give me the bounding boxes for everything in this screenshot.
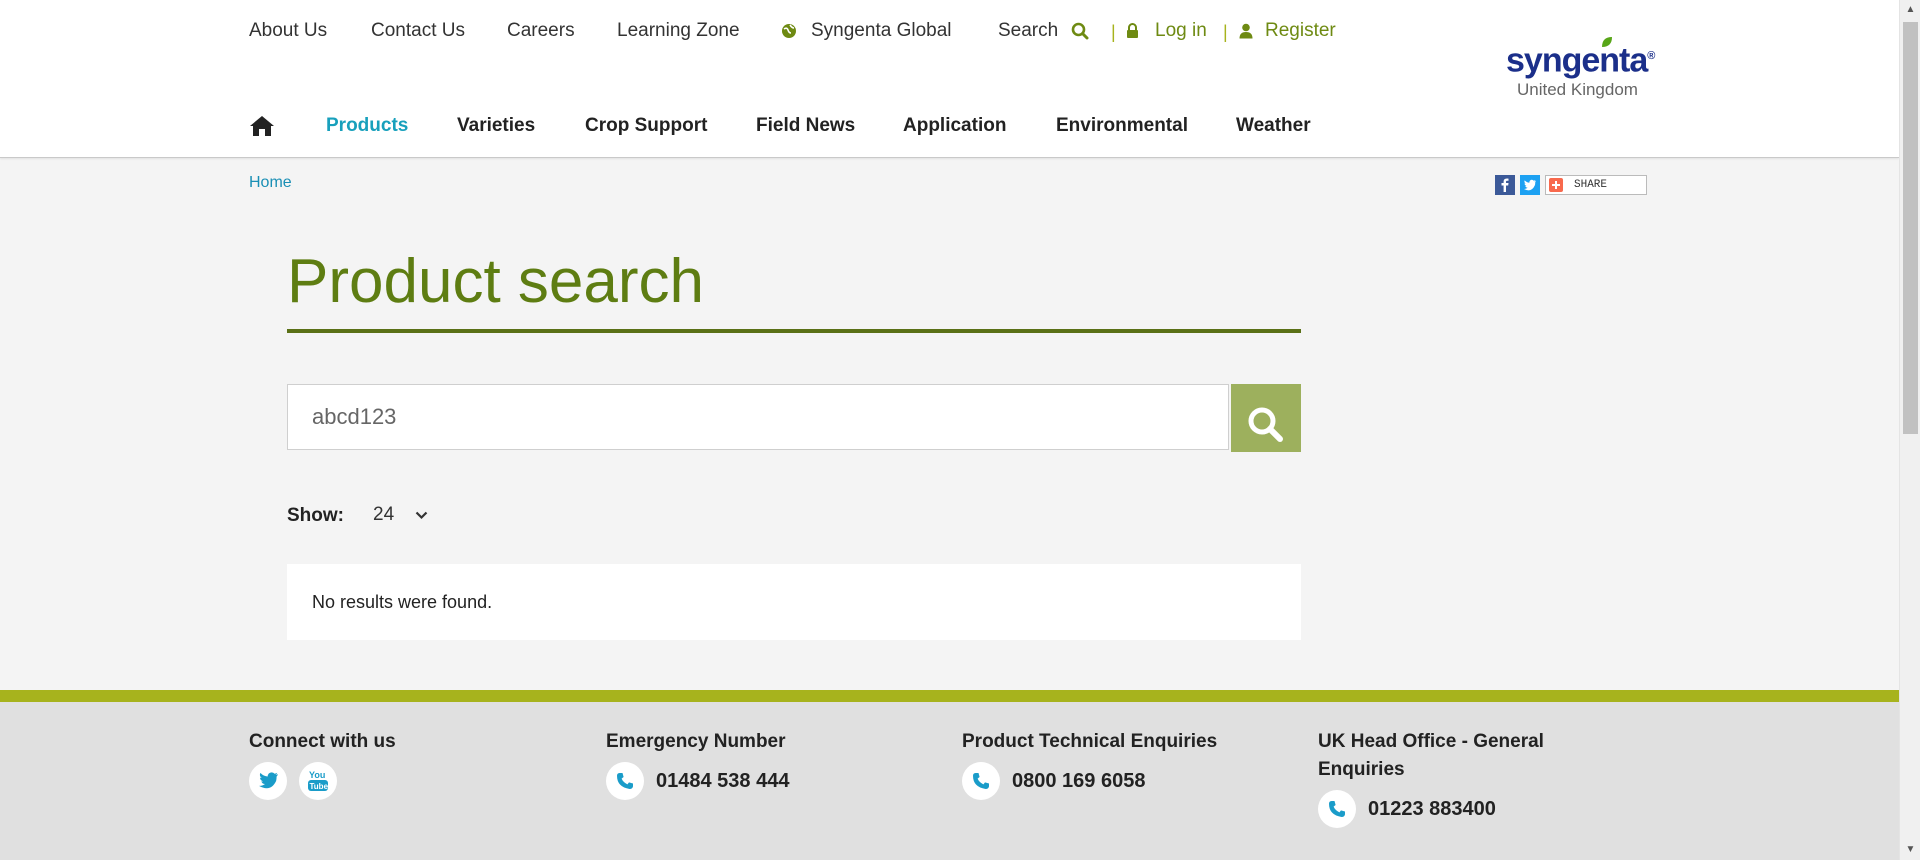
- phone-icon: [1329, 801, 1345, 817]
- share-button[interactable]: SHARE: [1545, 175, 1647, 195]
- breadcrumb-home[interactable]: Home: [249, 174, 292, 192]
- results-per-page-select[interactable]: 24: [373, 504, 428, 530]
- search-label: Search: [998, 20, 1059, 41]
- learning-zone-link[interactable]: Learning Zone: [617, 19, 740, 43]
- scroll-up-arrow[interactable]: ▲: [1900, 0, 1920, 20]
- search-icon: [1072, 22, 1089, 40]
- register-link[interactable]: Register: [1239, 19, 1336, 43]
- emergency-heading: Emergency Number: [606, 731, 786, 752]
- logo-word-text: syngenta: [1506, 41, 1648, 80]
- register-label: Register: [1265, 20, 1336, 41]
- addthis-plus-icon: [1549, 178, 1563, 192]
- facebook-icon[interactable]: [1495, 175, 1515, 195]
- syngenta-global-link[interactable]: Syngenta Global: [781, 19, 952, 43]
- home-icon[interactable]: [249, 115, 275, 137]
- nav-crop-support[interactable]: Crop Support: [585, 114, 707, 138]
- head-office-section: UK Head Office - General Enquiries 01223…: [1318, 728, 1544, 828]
- separator: |: [1223, 22, 1228, 42]
- nav-weather[interactable]: Weather: [1236, 114, 1311, 138]
- technical-phone: 0800 169 6058: [1012, 770, 1146, 792]
- search-button[interactable]: [1231, 384, 1301, 452]
- scrollbar-thumb[interactable]: [1903, 22, 1918, 434]
- login-link[interactable]: Log in: [1126, 19, 1207, 43]
- syngenta-logo[interactable]: syngenta® United Kingdom: [1500, 32, 1660, 102]
- nav-products[interactable]: Products: [326, 114, 408, 138]
- technical-heading: Product Technical Enquiries: [962, 731, 1218, 752]
- phone-icon: [617, 773, 633, 789]
- results-per-page-value: 24: [373, 504, 395, 525]
- svg-text:Tube: Tube: [310, 782, 329, 791]
- head-office-phone: 01223 883400: [1368, 798, 1496, 820]
- nav-varieties[interactable]: Varieties: [457, 114, 535, 138]
- search-link[interactable]: Search: [998, 19, 1089, 43]
- lock-icon: [1127, 23, 1138, 38]
- twitter-button[interactable]: [249, 762, 287, 800]
- leaf-icon: [1602, 37, 1612, 47]
- footer-accent-strip: [0, 690, 1899, 702]
- phone-icon: [973, 773, 989, 789]
- connect-heading: Connect with us: [249, 731, 396, 752]
- emergency-phone: 01484 538 444: [656, 770, 790, 792]
- twitter-icon: [259, 772, 278, 789]
- contact-us-link[interactable]: Contact Us: [371, 19, 465, 43]
- head-office-heading-line1: UK Head Office - General: [1318, 731, 1544, 752]
- about-us-link[interactable]: About Us: [249, 19, 327, 43]
- chevron-down-icon: [415, 511, 427, 520]
- page-title: Product search: [287, 247, 704, 316]
- emergency-section: Emergency Number 01484 538 444: [606, 728, 789, 800]
- logo-wordmark: syngenta®: [1506, 41, 1655, 80]
- globe-icon: [782, 23, 796, 38]
- nav-environmental[interactable]: Environmental: [1056, 114, 1188, 138]
- logo-region: United Kingdom: [1517, 80, 1638, 99]
- careers-link[interactable]: Careers: [507, 19, 575, 43]
- svg-text:You: You: [309, 770, 325, 780]
- nav-application[interactable]: Application: [903, 114, 1006, 138]
- show-label: Show:: [287, 505, 344, 526]
- login-label: Log in: [1155, 20, 1207, 41]
- results-panel: No results were found.: [287, 564, 1301, 640]
- page-scrollbar[interactable]: ▲ ▼: [1899, 0, 1920, 860]
- separator: |: [1111, 22, 1116, 42]
- connect-section: Connect with us You Tube: [249, 728, 396, 800]
- nav-field-news[interactable]: Field News: [756, 114, 855, 138]
- youtube-button[interactable]: You Tube: [299, 762, 337, 800]
- youtube-icon: You Tube: [308, 770, 329, 791]
- title-divider: [287, 329, 1301, 333]
- share-label: SHARE: [1574, 179, 1608, 191]
- twitter-icon[interactable]: [1520, 175, 1540, 195]
- site-header: About Us Contact Us Careers Learning Zon…: [0, 0, 1899, 158]
- search-input[interactable]: [287, 384, 1229, 450]
- head-office-heading-line2: Enquiries: [1318, 759, 1405, 780]
- scroll-down-arrow[interactable]: ▼: [1900, 840, 1920, 860]
- technical-section: Product Technical Enquiries 0800 169 605…: [962, 728, 1218, 800]
- syngenta-global-label: Syngenta Global: [811, 20, 952, 41]
- no-results-message: No results were found.: [312, 592, 493, 612]
- search-icon: [1248, 407, 1283, 442]
- user-icon: [1239, 23, 1253, 39]
